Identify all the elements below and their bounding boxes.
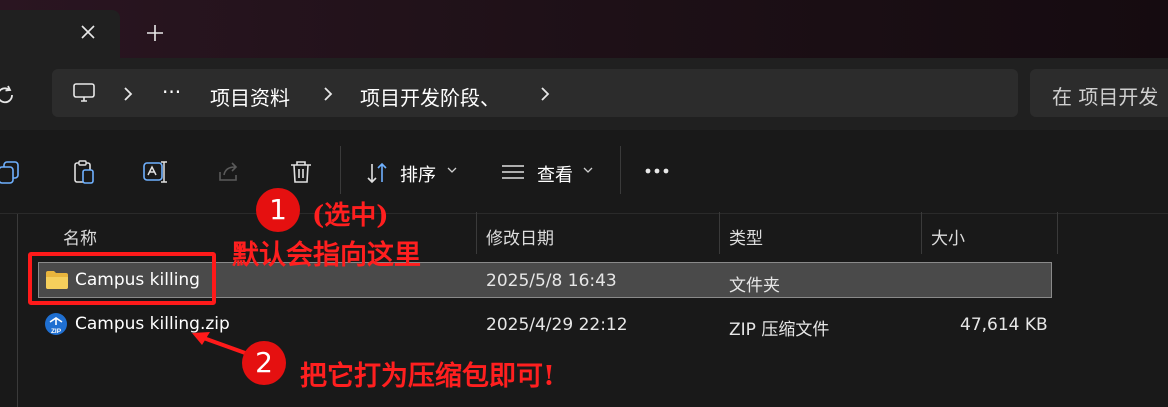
step-2-badge: 2 — [242, 341, 286, 385]
step-1-badge: 1 — [256, 188, 300, 232]
close-icon[interactable] — [78, 22, 98, 42]
toolbar-divider — [340, 146, 341, 194]
share-icon[interactable] — [215, 158, 243, 186]
refresh-icon[interactable] — [0, 84, 16, 106]
step-1-note: (选中) — [312, 201, 389, 231]
computer-icon[interactable] — [72, 82, 96, 104]
toolbar-divider — [620, 146, 621, 194]
sort-icon[interactable] — [364, 160, 392, 188]
column-divider[interactable] — [719, 212, 720, 254]
breadcrumb-item-2[interactable]: 项目开发阶段、 — [360, 82, 500, 111]
chevron-right-icon[interactable] — [122, 86, 134, 102]
paste-icon[interactable] — [70, 158, 98, 186]
column-header-type[interactable]: 类型 — [729, 224, 763, 249]
delete-icon[interactable] — [287, 158, 315, 186]
tab-bar — [0, 0, 1168, 58]
file-modified: 2025/4/29 22:12 — [486, 315, 628, 335]
file-modified: 2025/5/8 16:43 — [486, 271, 617, 291]
chevron-right-icon[interactable] — [322, 86, 334, 102]
more-options-icon[interactable] — [644, 166, 670, 176]
chevron-right-icon[interactable] — [539, 86, 551, 102]
breadcrumb-more[interactable]: ··· — [162, 80, 181, 104]
column-divider[interactable] — [476, 212, 477, 254]
breadcrumb-item-1[interactable]: 项目资料 — [210, 82, 290, 111]
step-2-caption: 把它打为压缩包即可! — [300, 361, 555, 392]
file-size: 47,614 KB — [960, 315, 1048, 335]
file-type: ZIP 压缩文件 — [729, 320, 830, 340]
column-header-size[interactable]: 大小 — [931, 224, 965, 249]
search-input[interactable]: 在 项目开发 — [1030, 69, 1168, 117]
svg-text:ZIP: ZIP — [51, 328, 62, 335]
sort-button-label[interactable]: 排序 — [400, 161, 436, 187]
chevron-down-icon[interactable] — [583, 166, 593, 174]
chevron-down-icon[interactable] — [447, 166, 457, 174]
zip-icon: ZIP — [45, 313, 67, 335]
nav-pane-edge — [17, 214, 18, 407]
highlight-box — [28, 252, 216, 305]
column-header-modified[interactable]: 修改日期 — [486, 224, 554, 249]
content-divider — [0, 213, 1168, 214]
rename-icon[interactable] — [142, 158, 170, 186]
breadcrumb[interactable] — [52, 69, 1018, 117]
copy-icon[interactable] — [0, 158, 24, 186]
search-placeholder: 在 项目开发 — [1052, 85, 1159, 109]
file-type: 文件夹 — [729, 276, 780, 296]
plus-icon[interactable] — [144, 22, 166, 44]
view-button-label[interactable]: 查看 — [537, 161, 573, 187]
column-divider[interactable] — [921, 212, 922, 254]
active-tab[interactable] — [0, 10, 120, 58]
column-header-name[interactable]: 名称 — [63, 224, 97, 249]
step-1-caption: 默认会指向这里 — [232, 240, 421, 271]
view-icon[interactable] — [499, 158, 527, 186]
column-divider[interactable] — [1057, 212, 1058, 254]
